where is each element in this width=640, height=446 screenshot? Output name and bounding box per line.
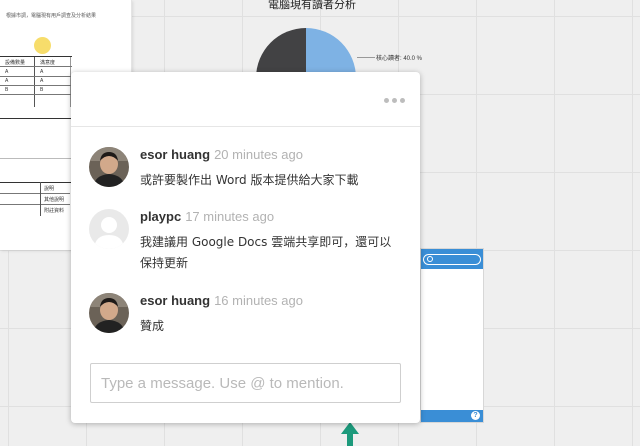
table-cell: 滿意度 [40,60,56,66]
label-leader-line [357,57,375,58]
user-photo-icon [89,293,129,333]
comment-author[interactable]: esor huang [140,147,210,162]
table-cell: A [5,78,9,84]
table-cell: 設備數量 [5,60,26,66]
panel-header [421,249,483,269]
yellow-sticker-icon [34,37,51,54]
avatar[interactable] [89,293,129,333]
help-icon[interactable]: ? [471,411,480,420]
search-icon [427,256,433,262]
user-photo-icon [89,147,129,187]
comments-popup: esor huang 20 minutes ago 或許要製作出 Word 版本提… [71,72,420,423]
table-cell: A [40,78,44,84]
divider [0,158,80,159]
pie-slice-label: 核心讀者: 40.0 % [376,56,423,62]
comment-text: 我建議用 Google Docs 雲端共享即可，還可以保持更新 [140,235,392,270]
panel-search-field[interactable] [423,254,481,265]
chart-title: 電腦現有讀者分析 [268,0,356,11]
document-table: 設備數量 滿意度 A A A A B B [0,56,72,107]
table-cell: 說明 [44,186,55,192]
message-input[interactable] [90,363,401,403]
table-cell: 其他說明 [44,197,65,203]
popup-header [71,72,420,127]
document-table: 說明 其他說明 附註資料 [0,182,70,216]
comment-text: 贊成 [140,319,165,333]
panel-footer: ? [421,410,483,422]
document-title: 根據市調，電腦現有用戶調查及分析結果 [6,13,97,19]
side-panel[interactable]: ? [420,248,484,423]
comment-timestamp: 17 minutes ago [185,209,275,224]
table-cell: 附註資料 [44,208,65,214]
comment-text: 或許要製作出 Word 版本提供給大家下載 [140,173,359,187]
ellipsis-icon [383,97,389,103]
avatar[interactable] [89,147,129,187]
table-cell: A [5,69,9,75]
avatar[interactable] [89,209,129,249]
divider [0,118,80,119]
table-cell: B [5,87,9,93]
comment-author[interactable]: playpc [140,209,181,224]
comment-timestamp: 20 minutes ago [214,147,303,162]
comment-timestamp: 16 minutes ago [214,293,303,308]
more-options-button[interactable] [382,95,406,105]
comment-author[interactable]: esor huang [140,293,210,308]
default-user-icon [89,209,129,249]
table-cell: A [40,69,44,75]
arrow-up-icon [341,422,359,446]
table-cell: B [40,87,44,93]
